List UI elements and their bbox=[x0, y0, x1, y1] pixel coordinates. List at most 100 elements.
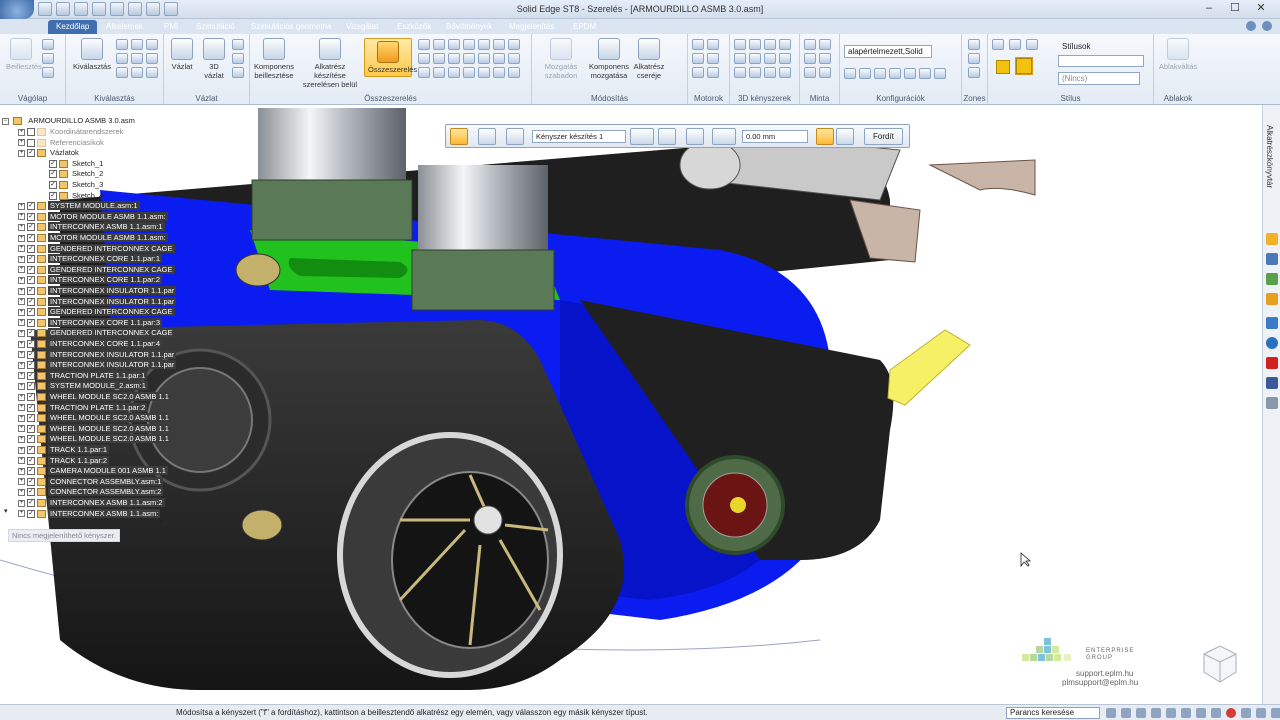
format-painter-icon[interactable] bbox=[42, 67, 54, 78]
tree-item[interactable]: + ✓ WHEEL MODULE SC2.0 ASMB 1.1 bbox=[18, 392, 171, 402]
collapse-icon[interactable]: − bbox=[2, 117, 9, 125]
tree-item[interactable]: + ✓ INTERCONNEX ASMB 1.1.asm: bbox=[18, 508, 161, 519]
tab-home[interactable]: Kezdőlap bbox=[48, 20, 98, 34]
view-style-icon[interactable] bbox=[1211, 708, 1221, 718]
visibility-checkbox[interactable]: ✓ bbox=[27, 318, 35, 327]
visibility-checkbox[interactable]: ✓ bbox=[27, 244, 35, 253]
expand-icon[interactable]: + bbox=[18, 414, 25, 422]
expand-icon[interactable]: + bbox=[18, 478, 25, 486]
visibility-checkbox[interactable]: ✓ bbox=[27, 287, 35, 296]
expand-icon[interactable]: + bbox=[18, 340, 25, 348]
assemble-button[interactable]: Összeszerelés bbox=[364, 38, 417, 77]
config-icon-7[interactable] bbox=[934, 68, 946, 79]
zoom-in-icon[interactable] bbox=[1121, 708, 1131, 718]
tree-item[interactable]: + ✓ INTERCONNEX CORE 1.1.par:3 bbox=[18, 317, 163, 328]
expand-icon[interactable]: + bbox=[18, 499, 25, 507]
visibility-checkbox[interactable]: ✓ bbox=[27, 308, 35, 317]
visibility-checkbox[interactable]: ✓ bbox=[27, 329, 35, 338]
layers-icon[interactable] bbox=[1266, 253, 1278, 265]
expand-icon[interactable]: + bbox=[18, 510, 25, 518]
visibility-checkbox[interactable]: ✓ bbox=[27, 265, 35, 274]
visibility-checkbox[interactable]: ✓ bbox=[27, 371, 35, 380]
select-tool-icon-2[interactable] bbox=[131, 39, 143, 50]
views-menu-icon[interactable] bbox=[1256, 708, 1266, 718]
relation-icon-21[interactable] bbox=[508, 67, 520, 78]
tree-item[interactable]: + ✓ INTERCONNEX INSULATOR 1.1.par bbox=[18, 349, 177, 360]
visibility-checkbox[interactable]: ✓ bbox=[27, 456, 35, 465]
style-select[interactable]: (Nincs) bbox=[1058, 72, 1140, 85]
visibility-checkbox[interactable]: ✓ bbox=[27, 202, 35, 211]
tree-item[interactable]: + ✓ GENDERED INTERCONNEX CAGE bbox=[18, 307, 175, 317]
expand-icon[interactable]: + bbox=[18, 457, 25, 465]
scroll-down-arrow[interactable]: ▾ bbox=[4, 507, 10, 515]
zoom-out-icon[interactable] bbox=[1136, 708, 1146, 718]
motor-icon-1[interactable] bbox=[692, 39, 704, 50]
drag-component-button[interactable]: Mozgatás szabadon bbox=[536, 38, 586, 80]
tree-item[interactable]: + ✓ INTERCONNEX INSULATOR 1.1.par bbox=[18, 286, 177, 296]
youtube-icon[interactable] bbox=[1266, 357, 1278, 369]
visibility-checkbox[interactable]: ✓ bbox=[27, 499, 35, 508]
zone-icon-3[interactable] bbox=[968, 67, 980, 78]
expand-icon[interactable]: + bbox=[18, 435, 25, 443]
relation-icon-12[interactable] bbox=[478, 53, 490, 64]
select-tool-icon-7[interactable] bbox=[116, 67, 128, 78]
switch-windows-button[interactable]: Ablakváltás bbox=[1158, 38, 1198, 71]
select-tool-icon-5[interactable] bbox=[131, 53, 143, 64]
expand-icon[interactable]: + bbox=[18, 149, 25, 157]
pattern-icon-4[interactable] bbox=[819, 53, 831, 64]
motor-icon-4[interactable] bbox=[707, 53, 719, 64]
visibility-checkbox[interactable]: ✓ bbox=[27, 477, 35, 486]
library-icon[interactable] bbox=[1266, 233, 1278, 245]
relation-icon-18[interactable] bbox=[463, 67, 475, 78]
visibility-checkbox[interactable]: ✓ bbox=[27, 223, 35, 232]
constraint-icon-9[interactable] bbox=[734, 67, 746, 78]
tree-item[interactable]: + ✓ INTERCONNEX CORE 1.1.par:2 bbox=[18, 275, 163, 285]
pattern-icon-5[interactable] bbox=[804, 67, 816, 78]
help-circle-icon[interactable] bbox=[1266, 337, 1278, 349]
minimize-button[interactable]: – bbox=[1196, 0, 1222, 17]
relation-icon-4[interactable] bbox=[463, 39, 475, 50]
visibility-checkbox[interactable]: ✓ bbox=[49, 170, 57, 179]
pattern-icon-2[interactable] bbox=[819, 39, 831, 50]
tab-pmi[interactable]: PMI bbox=[164, 20, 178, 34]
sketch-tool-icon-3[interactable] bbox=[232, 67, 244, 78]
constraint-icon-6[interactable] bbox=[749, 53, 761, 64]
folder-icon[interactable] bbox=[1266, 293, 1278, 305]
expand-icon[interactable]: + bbox=[18, 446, 25, 454]
constraint-icon-2[interactable] bbox=[749, 39, 761, 50]
relation-icon-8[interactable] bbox=[418, 53, 430, 64]
constraint-icon-11[interactable] bbox=[764, 67, 776, 78]
sketch-tool-icon-2[interactable] bbox=[232, 53, 244, 64]
pattern-icon-1[interactable] bbox=[804, 39, 816, 50]
close-button[interactable]: ✕ bbox=[1248, 0, 1274, 17]
tree-item[interactable]: + ✓ INTERCONNEX ASMB 1.1.asm:1 bbox=[18, 222, 165, 232]
expand-icon[interactable]: + bbox=[18, 319, 25, 327]
constraint-icon-3[interactable] bbox=[764, 39, 776, 50]
view-cube-icon-3[interactable] bbox=[1026, 39, 1038, 50]
tab-view[interactable]: Megjelenítés bbox=[509, 20, 554, 34]
expand-icon[interactable]: + bbox=[18, 276, 25, 284]
facebook-icon[interactable] bbox=[1266, 377, 1278, 389]
constraint-icon-8[interactable] bbox=[779, 53, 791, 64]
relation-icon-14[interactable] bbox=[508, 53, 520, 64]
expand-icon[interactable]: + bbox=[18, 266, 25, 274]
expand-icon[interactable]: + bbox=[18, 404, 25, 412]
constraint-icon-5[interactable] bbox=[734, 53, 746, 64]
part-style-icon[interactable] bbox=[1015, 57, 1033, 75]
expand-icon[interactable]: + bbox=[18, 139, 25, 147]
expand-icon[interactable]: + bbox=[18, 287, 25, 295]
tree-item[interactable]: +✓Sketch_3 bbox=[40, 180, 105, 190]
tree-item[interactable]: + ✓ CAMERA MODULE 001 ASMB 1.1 bbox=[18, 466, 168, 476]
relation-icon-17[interactable] bbox=[448, 67, 460, 78]
move-component-button[interactable]: Komponens mozgatása bbox=[586, 38, 632, 80]
select-tool-icon-9[interactable] bbox=[146, 67, 158, 78]
select-tool-icon-4[interactable] bbox=[116, 53, 128, 64]
tab-simulation[interactable]: Szimuláció bbox=[196, 20, 235, 34]
relation-icon-20[interactable] bbox=[493, 67, 505, 78]
tree-item[interactable]: + ✓ WHEEL MODULE SC2.0 ASMB 1.1 bbox=[18, 434, 171, 444]
flip-button[interactable]: Fordít bbox=[864, 128, 903, 145]
visibility-checkbox[interactable]: ✓ bbox=[27, 255, 35, 264]
visibility-checkbox[interactable] bbox=[27, 128, 35, 137]
visibility-checkbox[interactable]: ✓ bbox=[27, 393, 35, 402]
relation-icon-11[interactable] bbox=[463, 53, 475, 64]
